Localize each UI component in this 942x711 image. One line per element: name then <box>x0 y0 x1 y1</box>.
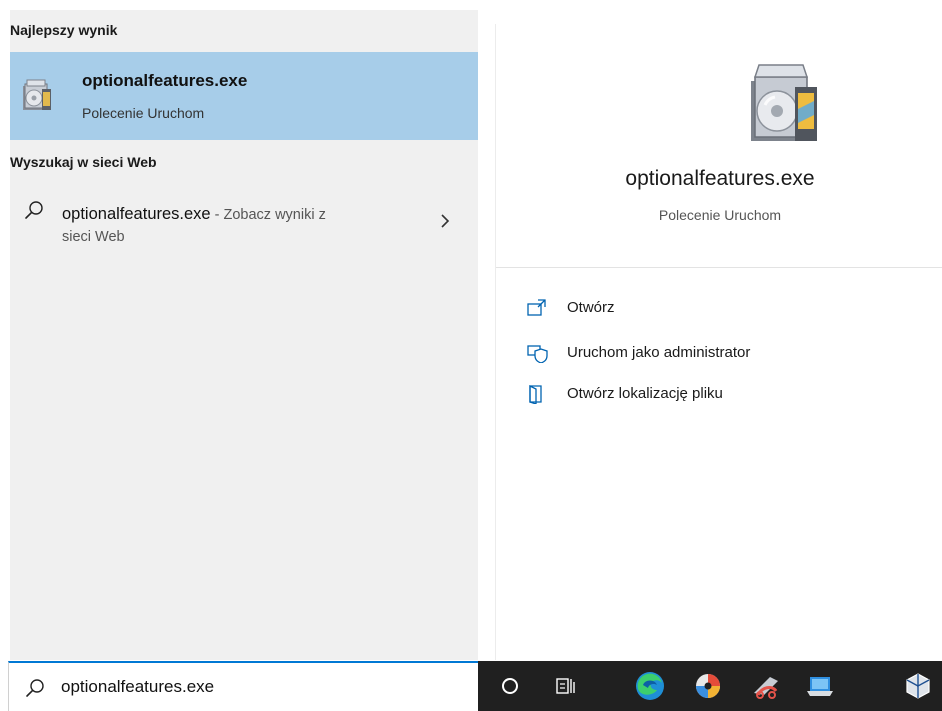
open-file-location-action[interactable]: Otwórz lokalizację pliku <box>526 382 826 408</box>
best-match-title: optionalfeatures.exe <box>82 71 248 90</box>
search-icon <box>25 201 43 219</box>
open-action-label: Otwórz <box>567 299 615 316</box>
run-as-admin-label: Uruchom jako administrator <box>567 344 751 361</box>
open-file-location-label: Otwórz lokalizację pliku <box>567 385 723 402</box>
cortana-button[interactable] <box>486 661 534 711</box>
edge-button[interactable] <box>626 661 674 711</box>
dvd-button[interactable] <box>684 661 732 711</box>
remote-desktop-button[interactable] <box>796 661 844 711</box>
preview-panel: optionalfeatures.exe Polecenie Uruchom O… <box>495 24 942 660</box>
preview-header: optionalfeatures.exe Polecenie Uruchom <box>496 24 942 268</box>
folder-location-icon <box>529 384 542 404</box>
task-view-button[interactable] <box>542 661 590 711</box>
task-view-icon <box>556 678 575 694</box>
search-results-panel: Najlepszy wynik optionalfeatures.exe Pol… <box>10 10 478 660</box>
cortana-icon <box>502 678 518 694</box>
open-action[interactable]: Otwórz <box>526 296 726 322</box>
dvd-icon <box>696 674 720 698</box>
open-icon <box>527 299 546 316</box>
installer-box-icon <box>751 64 817 141</box>
best-match-result[interactable]: optionalfeatures.exe Polecenie Uruchom <box>10 52 478 140</box>
web-search-suffix: - Zobacz wyniki z <box>210 207 326 223</box>
snipping-tool-button[interactable] <box>742 661 790 711</box>
preview-title: optionalfeatures.exe <box>625 167 815 190</box>
web-search-result[interactable]: optionalfeatures.exe - Zobacz wyniki z s… <box>10 192 478 258</box>
shield-admin-icon <box>527 345 548 363</box>
search-icon <box>26 679 44 697</box>
preview-subtitle: Polecenie Uruchom <box>658 207 782 223</box>
web-search-query: optionalfeatures.exe <box>62 205 211 223</box>
virtualbox-icon <box>906 673 930 699</box>
snipping-icon <box>754 677 778 699</box>
virtualbox-button[interactable] <box>894 661 942 711</box>
best-match-header: Najlepszy wynik <box>10 22 118 38</box>
run-as-admin-action[interactable]: Uruchom jako administrator <box>526 341 826 367</box>
web-search-suffix-line2: sieci Web <box>62 229 125 245</box>
search-box[interactable] <box>8 661 478 711</box>
best-match-subtitle: Polecenie Uruchom <box>82 105 205 121</box>
taskbar <box>478 661 942 711</box>
search-input[interactable] <box>61 673 461 701</box>
remote-desktop-icon <box>807 677 833 696</box>
web-search-header: Wyszukaj w sieci Web <box>10 154 157 170</box>
installer-box-icon <box>23 79 51 110</box>
web-search-text: optionalfeatures.exe - Zobacz wyniki z s… <box>62 202 382 249</box>
edge-icon <box>636 672 664 700</box>
